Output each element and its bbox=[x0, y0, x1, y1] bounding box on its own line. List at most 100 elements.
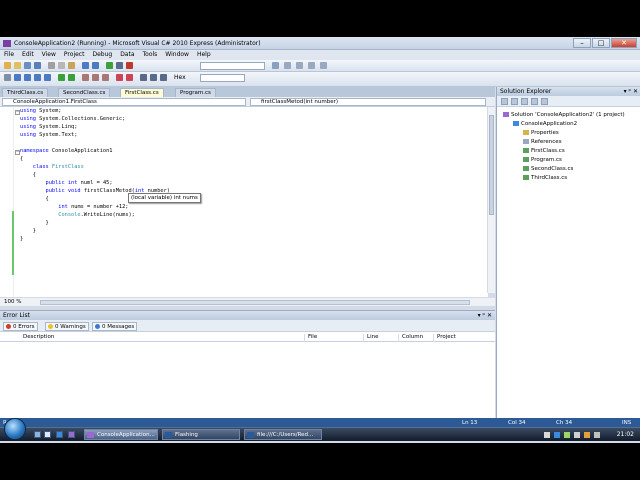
column-file[interactable]: File bbox=[304, 334, 317, 342]
code-line[interactable]: using System.Collections.Generic; bbox=[20, 115, 125, 123]
window-titlebar[interactable]: ConsoleApplication2 (Running) - Microsof… bbox=[0, 37, 640, 50]
comment-icon[interactable] bbox=[58, 74, 65, 81]
save-icon[interactable] bbox=[24, 62, 31, 69]
code-line[interactable]: Console.WriteLine(nums); bbox=[20, 211, 135, 219]
code-line[interactable]: } bbox=[20, 227, 36, 235]
new-project-icon[interactable] bbox=[4, 62, 11, 69]
stop-debugging-icon[interactable] bbox=[126, 62, 133, 69]
errors-filter-button[interactable]: 0 Errors bbox=[3, 322, 38, 331]
tab-program[interactable]: Program.cs bbox=[175, 88, 216, 97]
tab-firstclass[interactable]: FirstClass.cs bbox=[120, 88, 164, 97]
start-button[interactable] bbox=[4, 418, 26, 440]
menu-data[interactable]: Data bbox=[120, 50, 134, 60]
menu-window[interactable]: Window bbox=[165, 50, 189, 60]
cut-icon[interactable] bbox=[48, 62, 55, 69]
code-line[interactable]: { bbox=[20, 195, 49, 203]
minimize-button[interactable]: – bbox=[573, 38, 591, 48]
solution-tree-item[interactable]: Properties bbox=[523, 129, 559, 137]
solution-tree-item[interactable]: Program.cs bbox=[523, 156, 562, 164]
vertical-scroll-thumb[interactable] bbox=[489, 115, 494, 215]
next-bookmark-icon[interactable] bbox=[102, 74, 109, 81]
warnings-filter-button[interactable]: 0 Warnings bbox=[45, 322, 89, 331]
solution-tree-item[interactable]: References bbox=[523, 138, 562, 146]
previous-bookmark-icon[interactable] bbox=[92, 74, 99, 81]
member-combo[interactable]: firstClassMetod(int number) bbox=[250, 98, 486, 106]
internet-explorer-icon[interactable] bbox=[56, 431, 63, 438]
breakpoint-icon[interactable] bbox=[116, 74, 123, 81]
watch-icon[interactable] bbox=[160, 74, 167, 81]
tab-thirdclass[interactable]: ThirdClass.cs bbox=[2, 88, 49, 97]
code-line[interactable]: } bbox=[20, 219, 49, 227]
task-visual-studio[interactable]: ConsoleApplication... bbox=[84, 429, 158, 440]
menu-view[interactable]: View bbox=[42, 50, 56, 60]
menu-help[interactable]: Help bbox=[197, 50, 211, 60]
editor-horizontal-scrollbar[interactable]: 100 % bbox=[0, 297, 495, 306]
uncomment-icon[interactable] bbox=[68, 74, 75, 81]
toolbar-options-icon[interactable] bbox=[320, 62, 327, 69]
refresh-icon[interactable] bbox=[511, 98, 518, 105]
threads-icon[interactable] bbox=[140, 74, 147, 81]
horizontal-scroll-thumb[interactable] bbox=[40, 300, 470, 305]
tray-arrow-icon[interactable] bbox=[544, 432, 550, 438]
properties-window-icon[interactable] bbox=[541, 98, 548, 105]
messages-filter-button[interactable]: 0 Messages bbox=[92, 322, 138, 331]
code-line[interactable]: public int numl = 45; bbox=[20, 179, 113, 187]
column-description[interactable]: Description bbox=[20, 334, 54, 342]
redo-icon[interactable] bbox=[92, 62, 99, 69]
menu-edit[interactable]: Edit bbox=[22, 50, 34, 60]
task-browser[interactable]: file:///C:/Users/Red... bbox=[244, 429, 322, 440]
volume-icon[interactable] bbox=[574, 432, 580, 438]
save-all-icon[interactable] bbox=[34, 62, 41, 69]
step-out-icon[interactable] bbox=[44, 74, 51, 81]
step-into-icon[interactable] bbox=[24, 74, 31, 81]
solution-tree-item[interactable]: FirstClass.cs bbox=[523, 147, 565, 155]
solution-tree-item[interactable]: SecondClass.cs bbox=[523, 165, 573, 173]
call-stack-icon[interactable] bbox=[150, 74, 157, 81]
type-combo[interactable]: ConsoleApplication1.FirstClass bbox=[2, 98, 246, 106]
task-flashing[interactable]: Flashing bbox=[162, 429, 240, 440]
code-line[interactable]: int nums = number +12; bbox=[20, 203, 128, 211]
taskbar-clock[interactable]: 21:02 bbox=[617, 431, 634, 438]
code-line[interactable]: using System; bbox=[20, 107, 61, 115]
step-over-icon[interactable] bbox=[34, 74, 41, 81]
undo-icon[interactable] bbox=[82, 62, 89, 69]
copy-icon[interactable] bbox=[58, 62, 65, 69]
menu-project[interactable]: Project bbox=[64, 50, 85, 60]
code-line[interactable]: class FirstClass bbox=[20, 163, 84, 171]
tray-misc-icon[interactable] bbox=[584, 432, 590, 438]
find-icon[interactable] bbox=[272, 62, 279, 69]
toolbox-icon[interactable] bbox=[308, 62, 315, 69]
code-line[interactable]: } bbox=[20, 235, 23, 243]
code-line[interactable]: using System.Linq; bbox=[20, 123, 77, 131]
show-desktop-icon[interactable] bbox=[34, 431, 41, 438]
menu-tools[interactable]: Tools bbox=[143, 50, 158, 60]
menu-debug[interactable]: Debug bbox=[92, 50, 112, 60]
view-designer-icon[interactable] bbox=[531, 98, 538, 105]
show-next-statement-icon[interactable] bbox=[14, 74, 21, 81]
code-line[interactable]: { bbox=[20, 155, 23, 163]
code-editor[interactable]: − − using System; using System.Collection… bbox=[0, 107, 488, 297]
properties-icon[interactable] bbox=[296, 62, 303, 69]
maximize-button[interactable]: □ bbox=[592, 38, 610, 48]
switch-windows-icon[interactable] bbox=[44, 431, 51, 438]
menu-file[interactable]: File bbox=[4, 50, 14, 60]
tray-app-icon[interactable] bbox=[554, 432, 560, 438]
solution-tree-item[interactable]: ConsoleApplication2 bbox=[513, 120, 577, 128]
code-line[interactable]: { bbox=[20, 171, 36, 179]
break-all-icon[interactable] bbox=[116, 62, 123, 69]
close-button[interactable]: ✕ bbox=[611, 38, 637, 48]
solution-explorer-pane-buttons[interactable]: ▾ ᵖ ✕ bbox=[624, 87, 638, 96]
tray-security-icon[interactable] bbox=[594, 432, 600, 438]
column-project[interactable]: Project bbox=[433, 334, 456, 342]
editor-vertical-scrollbar[interactable] bbox=[487, 107, 495, 293]
bookmark-icon[interactable] bbox=[82, 74, 89, 81]
hex-button[interactable]: Hex bbox=[174, 74, 186, 81]
solution-config-combo[interactable] bbox=[200, 62, 265, 70]
network-icon[interactable] bbox=[564, 432, 570, 438]
visual-studio-quicklaunch-icon[interactable] bbox=[68, 431, 75, 438]
zoom-level[interactable]: 100 % bbox=[4, 299, 21, 305]
show-all-files-icon[interactable] bbox=[501, 98, 508, 105]
solution-tree-item[interactable]: Solution 'ConsoleApplication2' (1 projec… bbox=[503, 111, 625, 119]
code-line[interactable]: using System.Text; bbox=[20, 131, 77, 139]
view-code-icon[interactable] bbox=[521, 98, 528, 105]
